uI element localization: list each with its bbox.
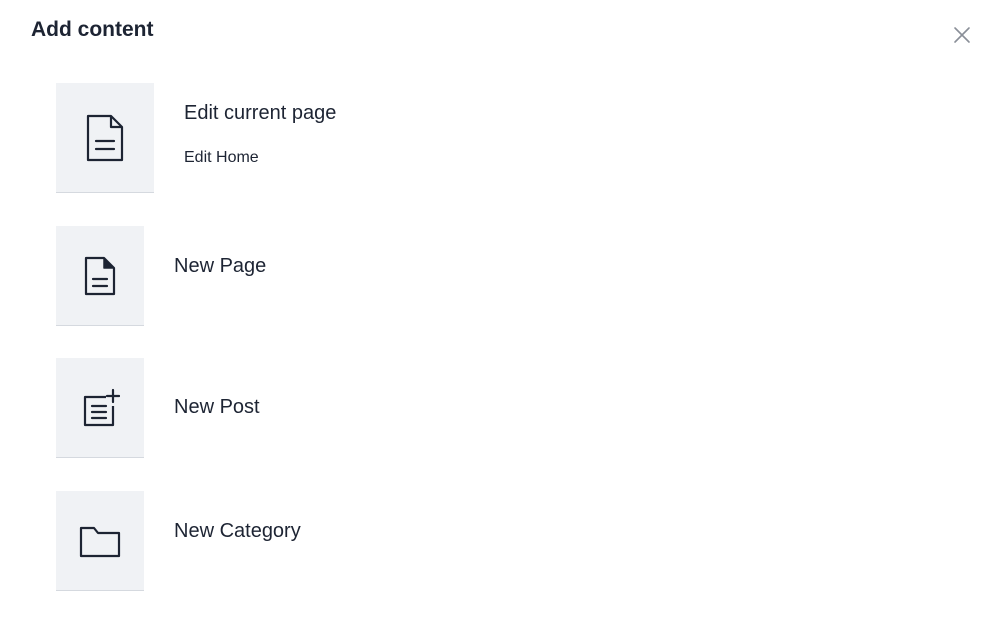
new-post-option[interactable]: New Post [56, 358, 260, 458]
option-label: New Category [174, 519, 301, 542]
option-label: Edit current page [184, 101, 337, 124]
edit-current-page-option[interactable]: Edit current page Edit Home [56, 83, 336, 193]
option-icon-tile [56, 83, 154, 193]
option-icon-tile [56, 491, 144, 591]
option-label: New Post [174, 395, 260, 418]
option-icon-tile [56, 358, 144, 458]
close-button[interactable] [951, 24, 973, 46]
option-sublabel: Edit Home [184, 148, 259, 166]
page-icon [84, 256, 116, 295]
option-icon-tile [56, 226, 144, 326]
close-icon [954, 27, 970, 43]
post-add-icon [83, 388, 120, 426]
new-page-option[interactable]: New Page [56, 226, 266, 326]
folder-icon [79, 526, 121, 557]
new-category-option[interactable]: New Category [56, 491, 301, 591]
add-content-dialog: Add content Edit current page Edit Home [0, 0, 995, 619]
option-label: New Page [174, 255, 267, 277]
document-icon [86, 114, 124, 161]
dialog-title: Add content [31, 18, 154, 41]
